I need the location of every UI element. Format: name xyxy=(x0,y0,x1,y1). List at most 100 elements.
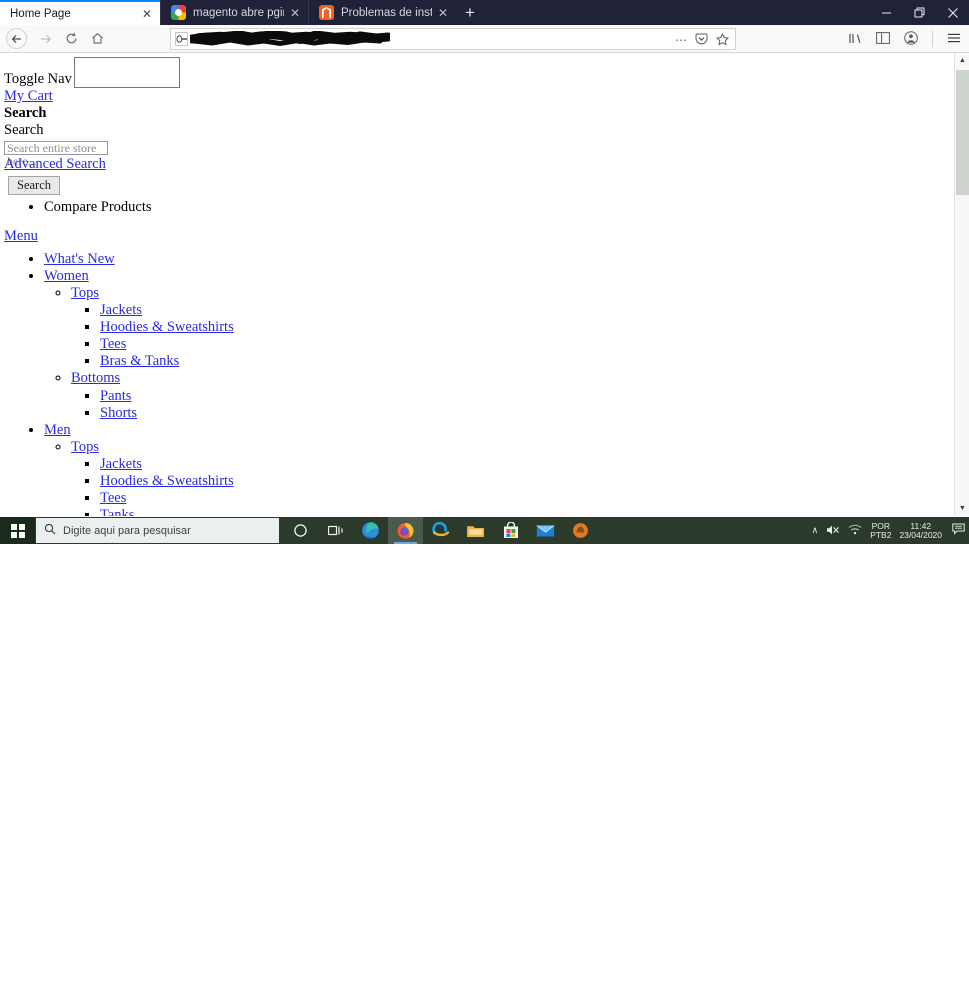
empty-area-below-screenshot xyxy=(0,544,969,999)
microsoft-store-icon[interactable] xyxy=(493,517,528,544)
nav-link-men-tops-jackets[interactable]: Jackets xyxy=(100,456,142,472)
nav-link-women-tops-tees[interactable]: Tees xyxy=(100,336,126,352)
clock-date: 23/04/2020 xyxy=(899,529,942,540)
reload-icon[interactable] xyxy=(58,27,84,51)
toolbar-right-actions xyxy=(848,27,961,51)
keyboard-layout-indicator[interactable]: POR PTB2 xyxy=(870,521,892,540)
file-explorer-icon[interactable] xyxy=(458,517,493,544)
close-icon[interactable]: ✕ xyxy=(140,7,154,21)
tab-strip: Home Page ✕ magento abre pgin branca com… xyxy=(0,0,969,25)
store-logo-placeholder[interactable] xyxy=(73,57,180,88)
magento-icon xyxy=(319,5,334,20)
new-tab-button[interactable]: + xyxy=(456,0,484,25)
list-item: Bottoms Pants Shorts xyxy=(71,370,954,421)
nav-link-women-bottoms[interactable]: Bottoms xyxy=(71,370,120,386)
kbd-line-2: PTB2 xyxy=(870,529,892,540)
search-label: Search xyxy=(4,122,44,139)
home-icon[interactable] xyxy=(84,27,110,51)
nav-link-men-tops-tees[interactable]: Tees xyxy=(100,490,126,506)
window-controls xyxy=(870,0,969,25)
cortana-icon[interactable] xyxy=(283,517,318,544)
search-input[interactable]: Search entire store here... xyxy=(4,141,108,168)
tab-magento-forum[interactable]: Problemas de instalação na ve ✕ xyxy=(308,0,456,25)
scroll-down-arrow-icon[interactable]: ▼ xyxy=(955,501,969,516)
restore-icon[interactable] xyxy=(903,0,936,25)
nav-link-women-tops-jackets[interactable]: Jackets xyxy=(100,302,142,318)
vertical-scrollbar[interactable]: ▲ ▼ xyxy=(954,53,969,516)
nav-link-women-tops-hoodies[interactable]: Hoodies & Sweatshirts xyxy=(100,319,234,335)
nav-link-women-tops-bras-tanks[interactable]: Bras & Tanks xyxy=(100,353,179,369)
search-button[interactable]: Search xyxy=(8,176,61,196)
forward-arrow-icon xyxy=(32,27,58,51)
my-cart-link[interactable]: My Cart xyxy=(4,88,53,104)
tab-label: Problemas de instalação na ve xyxy=(341,6,432,19)
identity-shield-icon xyxy=(175,32,188,46)
scroll-up-arrow-icon[interactable]: ▲ xyxy=(955,53,969,68)
navigation-toolbar: ⋯ xyxy=(0,25,969,53)
close-icon[interactable]: ✕ xyxy=(288,6,302,20)
nav-sublist-men-tops: Jackets Hoodies & Sweatshirts Tees Tanks xyxy=(71,456,954,516)
notification-icon[interactable] xyxy=(952,523,965,538)
pocket-icon[interactable] xyxy=(695,33,708,47)
nav-link-men-tops[interactable]: Tops xyxy=(71,439,99,455)
compare-products-list: Compare Products xyxy=(4,199,954,216)
task-view-icon[interactable] xyxy=(318,517,353,544)
mail-icon[interactable] xyxy=(528,517,563,544)
list-item: Compare Products xyxy=(44,199,954,216)
close-icon[interactable] xyxy=(936,0,969,25)
toggle-nav-row: Toggle Nav xyxy=(4,57,954,88)
list-item: Women Tops Jackets Hoodies & Sweatshirts… xyxy=(44,268,954,422)
nav-link-women-bottoms-shorts[interactable]: Shorts xyxy=(100,405,137,421)
sidebar-icon[interactable] xyxy=(876,32,890,46)
tab-home-page[interactable]: Home Page ✕ xyxy=(0,0,160,25)
account-icon[interactable] xyxy=(904,31,918,47)
nav-link-men-tops-tanks[interactable]: Tanks xyxy=(100,507,134,516)
microsoft-edge-icon[interactable] xyxy=(353,517,388,544)
list-item: Hoodies & Sweatshirts xyxy=(100,319,954,336)
internet-explorer-icon[interactable] xyxy=(423,517,458,544)
page-actions-ellipsis-icon[interactable]: ⋯ xyxy=(675,34,687,46)
menu-link[interactable]: Menu xyxy=(4,228,954,245)
minimize-icon[interactable] xyxy=(870,0,903,25)
list-item: Tops Jackets Hoodies & Sweatshirts Tees … xyxy=(71,285,954,371)
nav-link-women-tops[interactable]: Tops xyxy=(71,285,99,301)
start-button[interactable] xyxy=(0,517,35,544)
nav-link-men[interactable]: Men xyxy=(44,422,71,438)
nav-link-women[interactable]: Women xyxy=(44,268,89,284)
list-item: What's New xyxy=(44,251,954,268)
advanced-search-row: Advanced Search xyxy=(4,156,954,173)
tab-label: Home Page xyxy=(10,7,71,20)
close-icon[interactable]: ✕ xyxy=(436,6,450,20)
hamburger-menu-icon[interactable] xyxy=(947,32,961,46)
library-icon[interactable] xyxy=(848,32,862,47)
taskbar-search-box[interactable]: Digite aqui para pesquisar xyxy=(36,518,279,543)
chevron-up-icon[interactable]: ∧ xyxy=(812,525,819,536)
list-item: Hoodies & Sweatshirts xyxy=(100,473,954,490)
nav-link-whats-new[interactable]: What's New xyxy=(44,251,115,267)
app-orange-icon[interactable] xyxy=(563,517,598,544)
firefox-window: Home Page ✕ magento abre pgin branca com… xyxy=(0,0,969,517)
clock[interactable]: 11:42 23/04/2020 xyxy=(899,521,942,540)
back-arrow-icon[interactable] xyxy=(6,28,27,49)
page-viewport: Toggle Nav My Cart Search Search Search … xyxy=(0,53,969,516)
nav-sublist-women: Tops Jackets Hoodies & Sweatshirts Tees … xyxy=(44,285,954,422)
url-bar-actions: ⋯ xyxy=(675,29,730,51)
star-icon[interactable] xyxy=(715,32,730,48)
volume-muted-icon[interactable] xyxy=(826,524,840,538)
list-item: Shorts xyxy=(100,405,954,422)
list-item: Men Tops Jackets Hoodies & Sweatshirts T… xyxy=(44,422,954,516)
toggle-nav-label[interactable]: Toggle Nav xyxy=(4,71,72,88)
advanced-search-link[interactable]: Advanced Search xyxy=(4,156,106,172)
wifi-icon[interactable] xyxy=(848,524,862,537)
nav-link-women-bottoms-pants[interactable]: Pants xyxy=(100,388,131,404)
taskbar-icons xyxy=(283,517,598,544)
windows-taskbar: Digite aqui para pesquisar ∧ POR PTB2 11… xyxy=(0,517,969,544)
list-item: Tees xyxy=(100,336,954,353)
firefox-icon[interactable] xyxy=(388,517,423,544)
nav-sublist-women-bottoms: Pants Shorts xyxy=(71,388,954,422)
list-item: Jackets xyxy=(100,302,954,319)
url-bar[interactable]: ⋯ xyxy=(170,28,736,50)
nav-link-men-tops-hoodies[interactable]: Hoodies & Sweatshirts xyxy=(100,473,234,489)
scrollbar-thumb[interactable] xyxy=(956,70,969,195)
tab-magento-search[interactable]: magento abre pgin branca com ✕ xyxy=(160,0,308,25)
